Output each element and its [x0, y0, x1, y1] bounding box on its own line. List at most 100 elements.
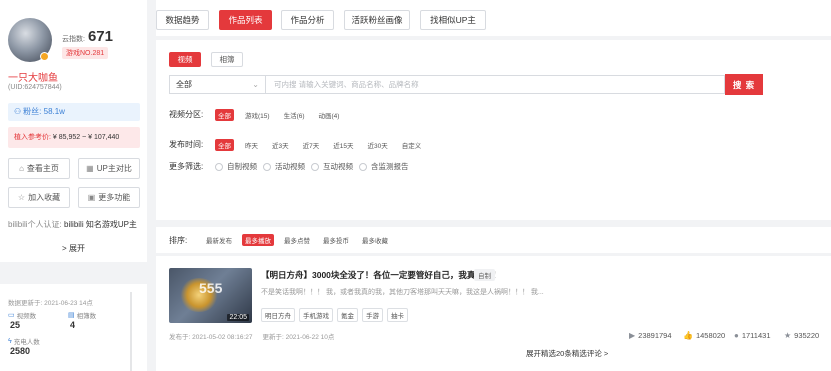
time-30days[interactable]: 近30天 — [364, 139, 390, 151]
video-tag[interactable]: 氪金 — [337, 308, 358, 322]
sort-newest[interactable]: 最新发布 — [203, 234, 235, 246]
compare-up-button[interactable]: ▦ UP主对比 — [78, 158, 140, 179]
expand-button[interactable]: > 展开 — [0, 243, 147, 254]
view-homepage-label: 查看主页 — [26, 164, 59, 173]
metric-favorites-value: 935220 — [794, 331, 820, 340]
partition-game[interactable]: 游戏(15) — [242, 109, 273, 121]
time-options: 全部 昨天 近3天 近7天 近15天 近30天 自定义 — [215, 139, 424, 151]
publish-time: 发布于: 2021-05-02 08:16:27 — [169, 334, 253, 341]
grid-icon: ▣ — [87, 193, 96, 202]
time-yesterday[interactable]: 昨天 — [242, 139, 261, 151]
check-self-made[interactable]: 自制视频 — [215, 161, 257, 172]
more-functions-button[interactable]: ▣ 更多功能 — [78, 187, 140, 208]
thumbs-up-icon: 👍 — [683, 331, 693, 340]
partition-life[interactable]: 生活(6) — [281, 109, 308, 121]
checkbox-icon — [311, 162, 319, 171]
tab-data-trend[interactable]: 数据趋势 — [156, 10, 209, 30]
partition-options: 全部 游戏(15) 生活(6) 动画(4) — [215, 109, 342, 121]
sort-most-coins[interactable]: 最多投币 — [320, 234, 352, 246]
check-interactive[interactable]: 互动视频 — [311, 161, 353, 172]
sort-label: 排序: — [169, 236, 188, 245]
tab-fan-portrait[interactable]: 活跃粉丝画像 — [344, 10, 410, 30]
more-filter-options: 自制视频 活动视频 互动视频 含监测报告 — [215, 161, 415, 172]
profile-stats: ▭ 视频数 25 ▤ 相簿数 4 ϟ 充电人数 2580 — [8, 310, 128, 356]
time-custom[interactable]: 自定义 — [399, 139, 425, 151]
video-times: 发布于: 2021-05-02 08:16:27 更新于: 2021-06-22 … — [169, 331, 334, 341]
metric-coins: ● 1711431 — [734, 331, 771, 340]
data-update-time: 数据更新于: 2021-06-23 14点 — [8, 300, 93, 307]
filter-panel — [156, 40, 831, 220]
stat-chargers-value: 2580 — [10, 346, 31, 356]
check-interactive-label: 互动视频 — [323, 162, 353, 171]
profile-sidebar: 云指数: 671 游戏NO.281 一只大咖鱼 (UID:624757844) … — [0, 0, 147, 371]
check-monitor-report-label: 含监测报告 — [371, 162, 409, 171]
price-label: 植入参考价: — [14, 134, 51, 141]
checkbox-icon — [263, 162, 271, 171]
home-icon: ⌂ — [19, 164, 24, 173]
user-uid: (UID:624757844) — [8, 84, 62, 91]
check-activity[interactable]: 活动视频 — [263, 161, 305, 172]
video-tags: 明日方舟 手机游戏 氪金 手游 抽卡 — [261, 308, 408, 322]
thumbnail-art-text: 555 — [199, 280, 223, 296]
stat-videos-value: 25 — [10, 320, 21, 330]
video-description: 不是笑话我啊！！！ 我，或者我真的我，其他刀客塔那叫天天嘛，我这是人祸啊！！！ … — [261, 289, 544, 296]
tab-works-list[interactable]: 作品列表 — [219, 10, 272, 30]
tab-works-analysis[interactable]: 作品分析 — [281, 10, 334, 30]
check-self-made-label: 自制视频 — [227, 162, 257, 171]
price-reference: 植入参考价: ¥ 85,952 ~ ¥ 107,440 — [8, 127, 140, 148]
sidebar-scrollbar[interactable] — [130, 292, 132, 371]
metric-favorites: ★ 935220 — [784, 331, 819, 340]
tab-similar-up[interactable]: 找相似UP主 — [420, 10, 486, 30]
video-tag[interactable]: 明日方舟 — [261, 308, 295, 322]
album-icon: ▤ — [68, 312, 75, 319]
media-tab-album[interactable]: 相簿 — [211, 52, 243, 67]
time-label: 发布时间: — [169, 140, 204, 149]
stat-albums: ▤ 相簿数 4 — [68, 310, 128, 330]
sort-most-favorited[interactable]: 最多收藏 — [359, 234, 391, 246]
search-input[interactable] — [265, 75, 725, 94]
stat-chargers: ϟ 充电人数 2580 — [8, 336, 68, 357]
more-filters-label: 更多筛选: — [169, 162, 204, 171]
sort-most-liked[interactable]: 最多点赞 — [281, 234, 313, 246]
section-divider — [0, 262, 147, 284]
star-icon: ☆ — [17, 193, 26, 202]
video-thumbnail[interactable]: 555 22:05 — [169, 268, 252, 323]
star-icon: ★ — [784, 331, 792, 340]
video-title[interactable]: 【明日方舟】3000块全没了！各位一定要管好自己，我真服了！ — [261, 269, 501, 281]
check-activity-label: 活动视频 — [275, 162, 305, 171]
partition-anime[interactable]: 动画(4) — [316, 109, 343, 121]
category-select-value: 全部 — [176, 80, 192, 89]
media-tab-video[interactable]: 视频 — [169, 52, 201, 67]
cloud-index-label: 云指数: — [62, 36, 85, 43]
user-name: 一只大咖鱼 — [8, 73, 58, 84]
expand-comments-button[interactable]: 展开精选20条精选评论 > — [526, 348, 608, 359]
partition-all[interactable]: 全部 — [215, 109, 234, 121]
cert-label: bilibili个人认证: — [8, 220, 62, 229]
category-select[interactable]: 全部 ⌄ — [169, 75, 265, 94]
time-3days[interactable]: 近3天 — [269, 139, 292, 151]
stat-albums-label: 相簿数 — [76, 313, 97, 320]
sort-most-played[interactable]: 最多播放 — [242, 234, 274, 246]
checkbox-icon — [359, 162, 367, 171]
time-all[interactable]: 全部 — [215, 139, 234, 151]
chevron-down-icon: ⌄ — [252, 80, 259, 89]
video-tag[interactable]: 手游 — [362, 308, 383, 322]
video-tag[interactable]: 抽卡 — [387, 308, 408, 322]
metric-coins-value: 1711431 — [741, 331, 771, 340]
time-7days[interactable]: 近7天 — [300, 139, 323, 151]
rank-badge: 游戏NO.281 — [62, 47, 109, 59]
time-15days[interactable]: 近15天 — [330, 139, 356, 151]
metric-plays: ▶ 23891794 — [629, 331, 672, 340]
profile-actions: ⌂ 查看主页 ▦ UP主对比 ☆ 加入收藏 ▣ 更多功能 — [8, 158, 140, 208]
metric-likes: 👍 1458020 — [683, 331, 725, 340]
stat-videos: ▭ 视频数 25 — [8, 310, 68, 330]
search-button[interactable]: 搜 索 — [725, 74, 763, 95]
certification: bilibili个人认证: bilibili 知名游戏UP主 — [8, 219, 140, 230]
add-favorite-label: 加入收藏 — [28, 193, 61, 202]
video-type-badge: 自制 — [474, 269, 495, 281]
add-favorite-button[interactable]: ☆ 加入收藏 — [8, 187, 70, 208]
stat-albums-value: 4 — [70, 320, 76, 330]
check-monitor-report[interactable]: 含监测报告 — [359, 161, 409, 172]
video-tag[interactable]: 手机游戏 — [299, 308, 333, 322]
view-homepage-button[interactable]: ⌂ 查看主页 — [8, 158, 70, 179]
